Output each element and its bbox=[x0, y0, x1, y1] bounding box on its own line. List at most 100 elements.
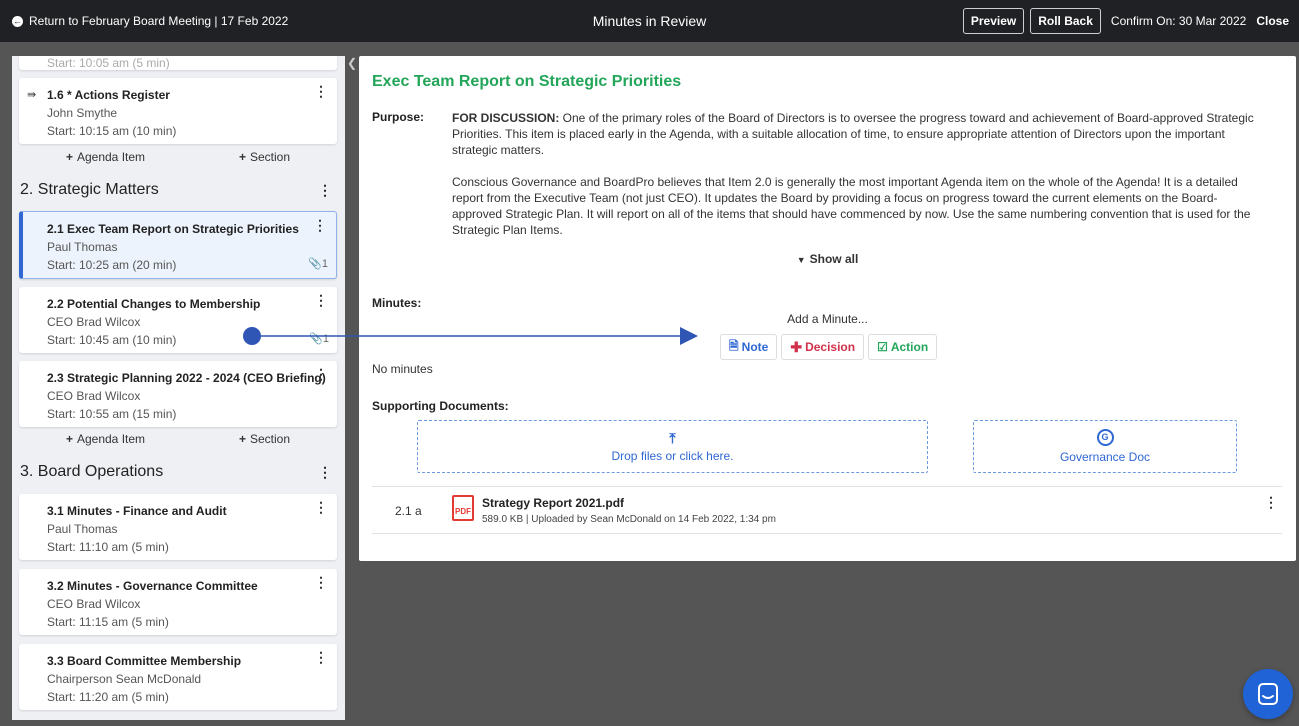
governance-doc-label: Governance Doc bbox=[1059, 450, 1151, 464]
agenda-item-start: Start: 10:25 am (20 min) bbox=[47, 258, 177, 272]
purpose-label: Purpose: bbox=[372, 110, 425, 124]
dropzone-label: Drop files or click here. bbox=[611, 448, 734, 463]
agenda-item-3-2[interactable]: 3.2 Minutes - Governance Committee CEO B… bbox=[19, 569, 337, 635]
chevron-down-icon: ▼ bbox=[796, 255, 806, 265]
add-note-button[interactable]: 🗎 Note bbox=[720, 334, 778, 360]
collapse-panel-icon[interactable]: ❮ bbox=[347, 56, 357, 70]
agenda-panel: Start: 10:05 am (5 min) ⇛ 1.6 * Actions … bbox=[12, 56, 345, 720]
more-options-icon[interactable]: ⋮ bbox=[313, 218, 327, 232]
section-title: 3. Board Operations bbox=[20, 463, 164, 480]
add-agenda-item-button[interactable]: + Agenda Item bbox=[66, 150, 145, 164]
actions-register-icon: ⇛ bbox=[27, 89, 37, 101]
agenda-item-start: Start: 11:10 am (5 min) bbox=[47, 540, 169, 554]
close-button[interactable]: Close bbox=[1256, 14, 1289, 28]
more-options-icon[interactable]: ⋮ bbox=[314, 367, 328, 381]
agenda-item-partial[interactable]: Start: 10:05 am (5 min) bbox=[19, 56, 337, 70]
agenda-item-owner: John Smythe bbox=[47, 106, 118, 120]
agenda-item-title: 2.2 Potential Changes to Membership bbox=[47, 297, 261, 311]
agenda-item-2-1[interactable]: 2.1 Exec Team Report on Strategic Priori… bbox=[19, 211, 337, 279]
add-row-section-1: + Agenda Item + Section bbox=[19, 146, 337, 168]
agenda-item-start: Start: 10:05 am (5 min) bbox=[47, 56, 170, 70]
return-link-label: Return to February Board Meeting | 17 Fe… bbox=[29, 14, 289, 28]
document-meta: 589.0 KB | Uploaded by Sean McDonald on … bbox=[482, 514, 776, 525]
note-icon: 🗎 bbox=[729, 338, 739, 353]
add-minute-label: Add a Minute... bbox=[787, 312, 868, 326]
more-options-icon[interactable]: ⋮ bbox=[314, 500, 328, 514]
checkbox-icon: ☑ bbox=[877, 340, 888, 354]
plus-icon: + bbox=[65, 432, 73, 446]
divider bbox=[372, 533, 1282, 534]
file-dropzone[interactable]: ⤒ Drop files or click here. bbox=[417, 420, 928, 473]
plus-icon: + bbox=[238, 432, 246, 446]
upload-icon: ⤒ bbox=[669, 429, 676, 446]
more-options-icon[interactable]: ⋮ bbox=[318, 182, 332, 199]
document-name[interactable]: Strategy Report 2021.pdf bbox=[482, 496, 624, 510]
purpose-paragraph-2: Conscious Governance and BoardPro believ… bbox=[452, 175, 1251, 237]
roll-back-button[interactable]: Roll Back bbox=[1030, 8, 1101, 34]
add-row-section-2: + Agenda Item + Section bbox=[19, 428, 337, 450]
more-options-icon[interactable]: ⋮ bbox=[318, 464, 332, 481]
agenda-item-owner: Chairperson Sean McDonald bbox=[47, 672, 202, 686]
minutes-label: Minutes: bbox=[372, 296, 422, 310]
paperclip-icon: 📎 bbox=[308, 258, 322, 270]
agenda-item-1-6[interactable]: ⇛ 1.6 * Actions Register John Smythe Sta… bbox=[19, 78, 337, 144]
agenda-item-start: Start: 11:20 am (5 min) bbox=[47, 690, 169, 704]
pdf-icon: PDF bbox=[452, 495, 474, 521]
agenda-item-start: Start: 10:55 am (15 min) bbox=[47, 407, 177, 421]
agenda-item-title: 3.1 Minutes - Finance and Audit bbox=[47, 504, 227, 518]
agenda-item-start: Start: 11:15 am (5 min) bbox=[47, 615, 169, 629]
more-options-icon[interactable]: ⋮ bbox=[314, 293, 328, 307]
divider bbox=[372, 486, 1282, 487]
more-options-icon[interactable]: ⋮ bbox=[1264, 494, 1278, 511]
more-options-icon[interactable]: ⋮ bbox=[314, 650, 328, 664]
back-arrow-icon: ← bbox=[12, 15, 23, 27]
plus-icon: + bbox=[65, 150, 73, 164]
more-options-icon[interactable]: ⋮ bbox=[314, 84, 328, 98]
attachment-count: 📎1 bbox=[309, 333, 329, 345]
decision-cross-icon: ✚ bbox=[790, 338, 803, 355]
more-options-icon[interactable]: ⋮ bbox=[314, 575, 328, 589]
item-title: Exec Team Report on Strategic Priorities bbox=[372, 73, 682, 90]
minute-type-buttons: 🗎 Note ✚ Decision ☑ Action bbox=[720, 334, 938, 360]
show-all-toggle[interactable]: ▼ Show all bbox=[359, 252, 1296, 266]
agenda-item-2-3[interactable]: 2.3 Strategic Planning 2022 - 2024 (CEO … bbox=[19, 361, 337, 427]
preview-button[interactable]: Preview bbox=[962, 8, 1025, 34]
add-decision-button[interactable]: ✚ Decision bbox=[781, 334, 865, 360]
governance-doc-icon: G bbox=[1096, 429, 1114, 446]
section-title: 2. Strategic Matters bbox=[20, 181, 159, 198]
no-minutes-text: No minutes bbox=[372, 362, 433, 376]
chat-launcher-button[interactable] bbox=[1243, 669, 1293, 719]
agenda-item-title: 2.1 Exec Team Report on Strategic Priori… bbox=[47, 222, 299, 236]
agenda-item-title: 3.2 Minutes - Governance Committee bbox=[47, 579, 258, 593]
attachment-count: 📎1 bbox=[308, 258, 328, 270]
governance-doc-button[interactable]: G Governance Doc bbox=[973, 420, 1237, 473]
item-detail-panel: Exec Team Report on Strategic Priorities… bbox=[359, 56, 1296, 561]
purpose-text: FOR DISCUSSION: One of the primary roles… bbox=[452, 110, 1257, 254]
section-heading-3: 3. Board Operations ⋮ bbox=[20, 463, 338, 481]
purpose-paragraph-1: FOR DISCUSSION: One of the primary roles… bbox=[452, 111, 1254, 157]
add-section-button[interactable]: + Section bbox=[239, 150, 290, 164]
agenda-item-owner: CEO Brad Wilcox bbox=[47, 315, 141, 329]
agenda-item-start: Start: 10:45 am (10 min) bbox=[47, 333, 177, 347]
add-section-button[interactable]: + Section bbox=[239, 432, 290, 446]
agenda-item-2-2[interactable]: 2.2 Potential Changes to Membership CEO … bbox=[19, 287, 337, 353]
confirm-date[interactable]: Confirm On: 30 Mar 2022 bbox=[1111, 14, 1246, 28]
add-agenda-item-button[interactable]: + Agenda Item bbox=[66, 432, 145, 446]
agenda-item-3-3[interactable]: 3.3 Board Committee Membership Chairpers… bbox=[19, 644, 337, 710]
agenda-item-3-1[interactable]: 3.1 Minutes - Finance and Audit Paul Tho… bbox=[19, 494, 337, 560]
chat-icon bbox=[1258, 683, 1278, 705]
agenda-item-start: Start: 10:15 am (10 min) bbox=[47, 124, 177, 138]
agenda-item-owner: Paul Thomas bbox=[47, 240, 118, 254]
section-heading-2: 2. Strategic Matters ⋮ bbox=[20, 181, 338, 199]
plus-icon: + bbox=[238, 150, 246, 164]
paperclip-icon: 📎 bbox=[309, 333, 323, 345]
agenda-item-owner: CEO Brad Wilcox bbox=[47, 389, 141, 403]
add-action-button[interactable]: ☑ Action bbox=[868, 334, 938, 360]
top-bar: ← Return to February Board Meeting | 17 … bbox=[0, 0, 1299, 42]
agenda-item-owner: Paul Thomas bbox=[47, 522, 118, 536]
return-link[interactable]: ← Return to February Board Meeting | 17 … bbox=[12, 0, 288, 42]
document-ref: 2.1 a bbox=[395, 504, 422, 518]
agenda-item-title: 1.6 * Actions Register bbox=[47, 88, 170, 102]
document-row[interactable]: 2.1 a PDF Strategy Report 2021.pdf 589.0… bbox=[372, 488, 1282, 533]
supporting-documents-label: Supporting Documents: bbox=[372, 399, 509, 413]
